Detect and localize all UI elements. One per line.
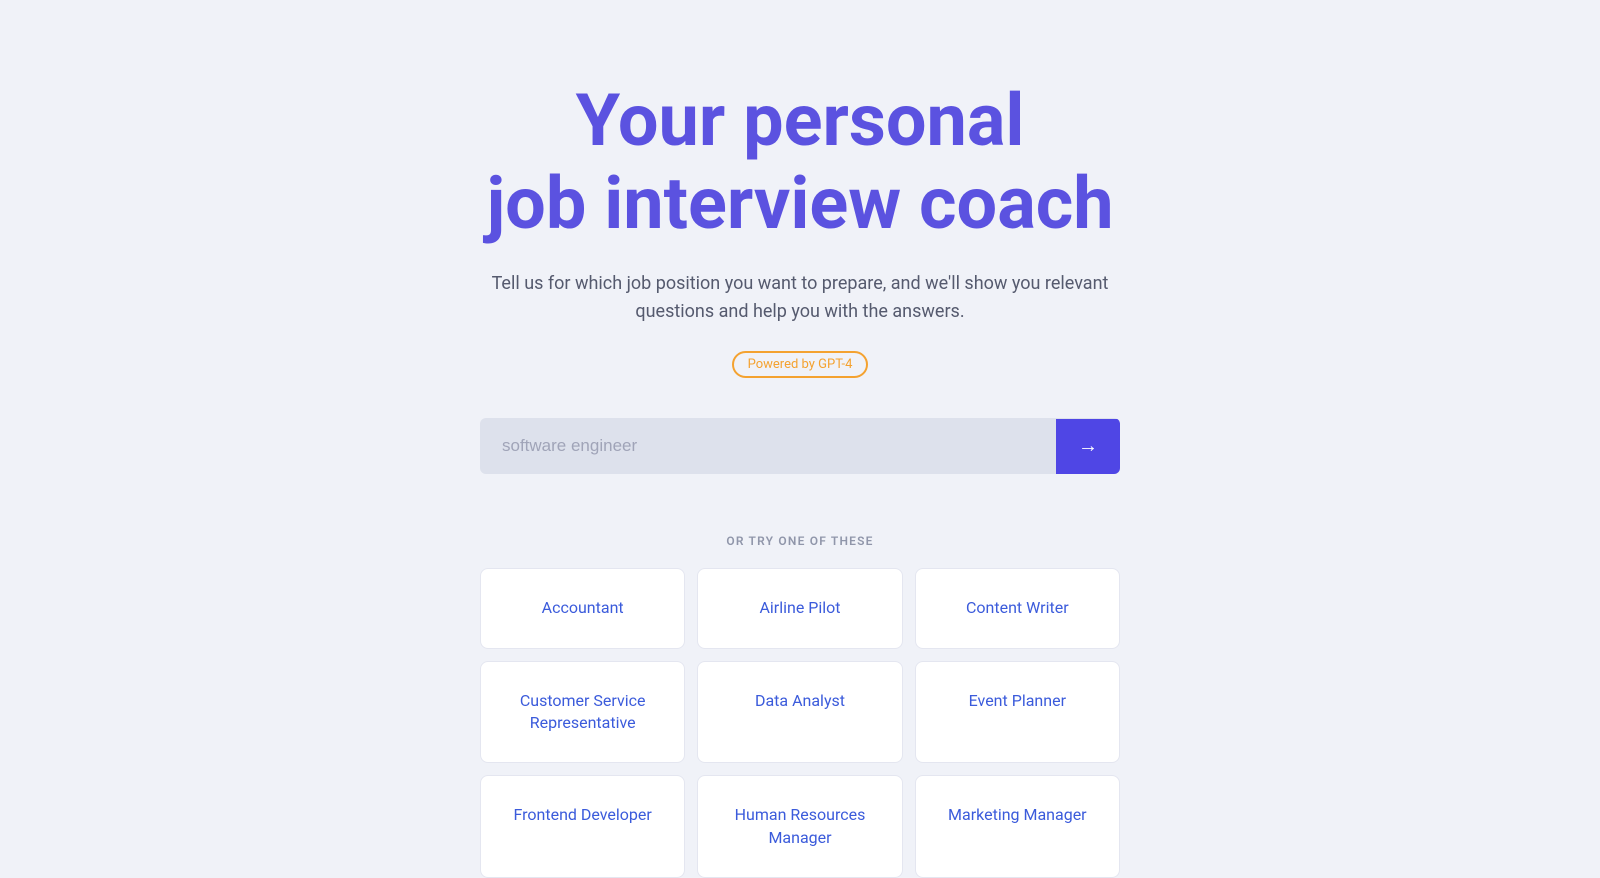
hero-section: Your personal job interview coach Tell u… xyxy=(450,80,1150,418)
search-button[interactable]: → xyxy=(1056,419,1120,474)
suggestion-card[interactable]: Accountant xyxy=(480,568,685,648)
suggestions-grid: AccountantAirline PilotContent Writer Cus… xyxy=(480,568,1120,878)
suggestion-card[interactable]: Customer Service Representative xyxy=(480,661,685,764)
suggestion-card[interactable]: Human Resources Manager xyxy=(697,775,902,878)
suggestion-card[interactable]: Airline Pilot xyxy=(697,568,902,648)
arrow-icon: → xyxy=(1078,435,1098,458)
suggestion-card[interactable]: Data Analyst xyxy=(697,661,902,764)
hero-subtitle: Tell us for which job position you want … xyxy=(470,270,1130,328)
suggestions-section: OR TRY ONE OF THESE AccountantAirline Pi… xyxy=(460,534,1140,878)
suggestion-card[interactable]: Marketing Manager xyxy=(915,775,1120,878)
powered-badge: Powered by GPT-4 xyxy=(732,351,869,378)
suggestion-card[interactable]: Frontend Developer xyxy=(480,775,685,878)
search-container: → xyxy=(480,418,1120,474)
hero-title: Your personal job interview coach xyxy=(470,80,1130,246)
suggestions-label: OR TRY ONE OF THESE xyxy=(480,534,1120,548)
suggestion-card[interactable]: Content Writer xyxy=(915,568,1120,648)
suggestion-card[interactable]: Event Planner xyxy=(915,661,1120,764)
search-input[interactable] xyxy=(480,418,1056,474)
